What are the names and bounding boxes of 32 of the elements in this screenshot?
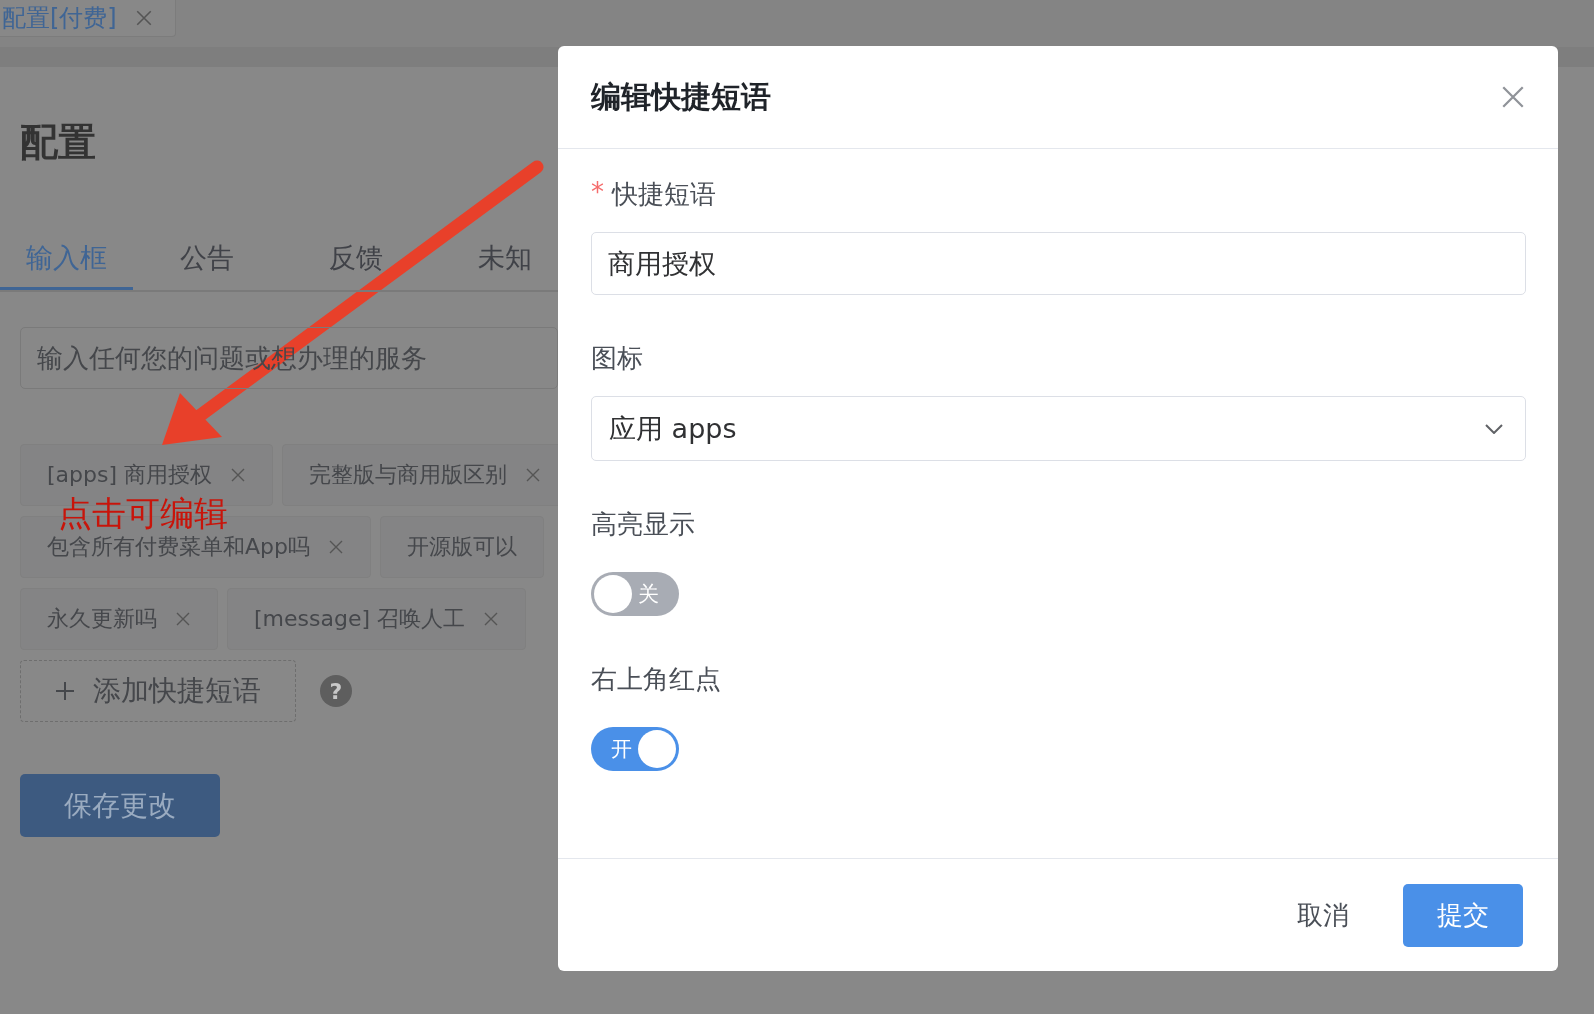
- help-icon[interactable]: ?: [320, 675, 352, 707]
- phrase-tag[interactable]: 开源版可以: [380, 516, 544, 578]
- save-button[interactable]: 保存更改: [20, 774, 220, 837]
- field-label: 快捷短语: [612, 178, 716, 211]
- add-phrase-button[interactable]: 添加快捷短语: [20, 660, 296, 722]
- close-icon[interactable]: [525, 467, 542, 483]
- field-label: 右上角红点: [591, 663, 721, 696]
- submit-button[interactable]: 提交: [1403, 883, 1523, 947]
- phrase-tag[interactable]: 永久更新吗: [20, 588, 218, 650]
- tab[interactable]: 公告: [132, 240, 282, 290]
- close-icon[interactable]: [1500, 84, 1526, 110]
- field-label: 高亮显示: [591, 508, 695, 541]
- text-field[interactable]: 商用授权: [591, 232, 1526, 295]
- select-field[interactable]: 应用 apps: [591, 396, 1526, 461]
- tab[interactable]: 反馈: [281, 240, 431, 290]
- toggle-switch[interactable]: 关: [591, 572, 679, 616]
- field-label: 图标: [591, 342, 643, 375]
- close-icon[interactable]: [328, 539, 344, 555]
- close-icon[interactable]: [483, 611, 500, 627]
- phrase-tag[interactable]: [message] 召唤人工: [227, 588, 527, 650]
- close-icon[interactable]: [134, 9, 153, 27]
- close-icon[interactable]: [175, 611, 191, 627]
- close-icon[interactable]: [230, 467, 247, 483]
- page-heading: 配置: [20, 119, 96, 166]
- cancel-button[interactable]: 取消: [1291, 896, 1355, 934]
- page-tab[interactable]: 配置[付费]: [0, 0, 176, 37]
- dialog-title: 编辑快捷短语: [591, 77, 771, 116]
- plus-icon: [55, 681, 75, 701]
- required-mark: *: [591, 177, 604, 209]
- toggle-switch[interactable]: 开: [591, 727, 679, 771]
- chevron-icon: [1485, 423, 1503, 434]
- tab[interactable]: 输入框: [0, 240, 133, 290]
